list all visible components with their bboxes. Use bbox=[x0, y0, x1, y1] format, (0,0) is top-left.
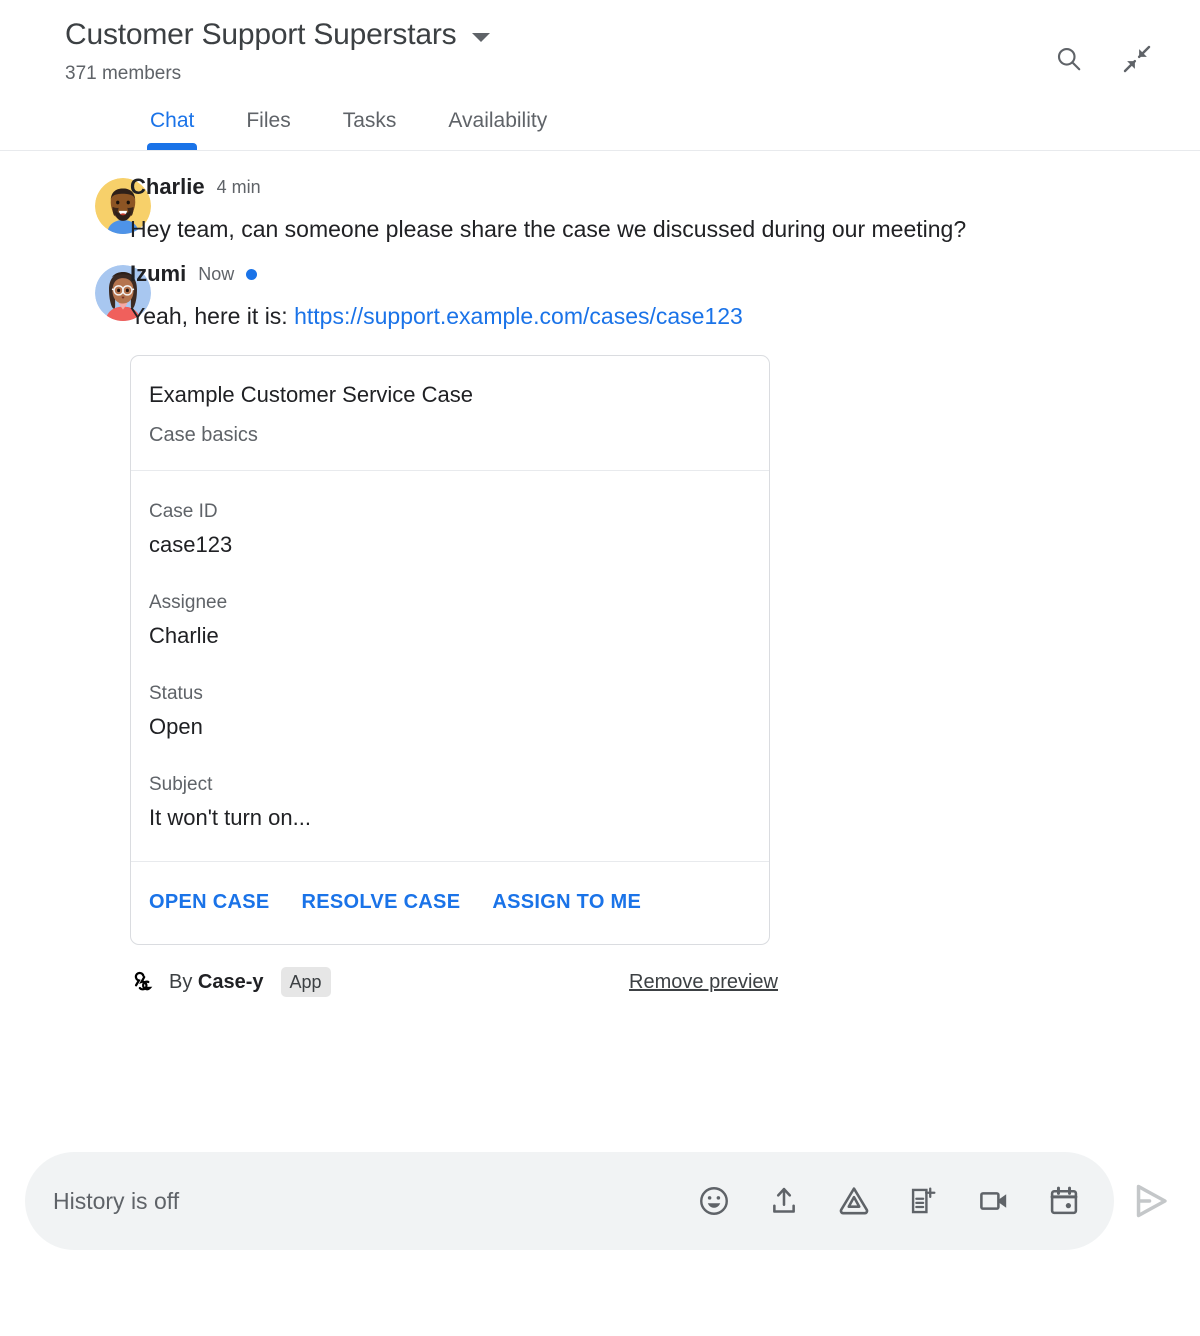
message-timestamp: 4 min bbox=[216, 177, 261, 197]
google-drive-icon bbox=[839, 1187, 869, 1215]
field-value: Charlie bbox=[149, 623, 219, 648]
app-name: Case-y bbox=[197, 971, 264, 993]
page-title: Customer Support Superstars bbox=[65, 18, 457, 51]
card-title: Example Customer Service Case bbox=[149, 382, 474, 407]
card-field-case-id: Case ID case123 bbox=[149, 499, 751, 560]
avatar-column bbox=[24, 173, 151, 250]
avatar-column bbox=[24, 260, 151, 997]
field-value: It won't turn on... bbox=[149, 805, 311, 830]
google-drive-button[interactable] bbox=[834, 1181, 874, 1221]
tab-chat[interactable]: Chat bbox=[124, 108, 220, 150]
send-button[interactable] bbox=[1120, 1170, 1182, 1232]
app-badge: App bbox=[280, 967, 331, 997]
compose-icon-row bbox=[694, 1181, 1090, 1221]
card-attribution: By Case-y App Remove preview bbox=[130, 967, 778, 997]
compose-bar[interactable] bbox=[25, 1152, 1114, 1250]
case-link[interactable]: https://support.example.com/cases/case12… bbox=[294, 303, 743, 329]
unread-indicator-dot bbox=[246, 268, 258, 280]
card-header: Example Customer Service Case Case basic… bbox=[131, 356, 769, 470]
message-text: Hey team, can someone please share the c… bbox=[130, 216, 967, 242]
chat-app-window: Customer Support Superstars 371 members bbox=[0, 0, 1200, 1336]
search-icon bbox=[1057, 47, 1081, 71]
create-document-button[interactable] bbox=[904, 1181, 944, 1221]
message-text-prefix: Yeah, here it is: bbox=[130, 303, 295, 329]
video-meeting-icon bbox=[980, 1192, 1007, 1210]
upload-button[interactable] bbox=[764, 1181, 804, 1221]
message-text: Yeah, here it is: https://support.exampl… bbox=[130, 295, 1096, 337]
message-list: Charlie 4 min Hey team, can someone plea… bbox=[0, 151, 1200, 997]
calendar-button[interactable] bbox=[1044, 1181, 1084, 1221]
message-meta: Charlie 4 min bbox=[130, 173, 1096, 201]
search-button[interactable] bbox=[1052, 42, 1086, 76]
message-meta: Izumi Now bbox=[130, 260, 1096, 288]
room-title-block: Customer Support Superstars 371 members bbox=[24, 16, 491, 86]
collapse-arrows-icon bbox=[1123, 45, 1151, 73]
message-item: Izumi Now Yeah, here it is: https://supp… bbox=[24, 260, 1176, 997]
assign-to-me-button[interactable]: ASSIGN TO ME bbox=[492, 890, 641, 914]
collapse-button[interactable] bbox=[1120, 42, 1154, 76]
card-field-subject: Subject It won't turn on... bbox=[149, 772, 751, 833]
header-top-row: Customer Support Superstars 371 members bbox=[24, 16, 1176, 86]
field-label: Case ID bbox=[149, 501, 218, 522]
chat-header: Customer Support Superstars 371 members bbox=[0, 0, 1200, 150]
message-input[interactable] bbox=[53, 1187, 694, 1215]
chevron-down-icon[interactable] bbox=[472, 32, 491, 42]
field-value: Open bbox=[149, 714, 203, 739]
tab-files[interactable]: Files bbox=[220, 108, 316, 150]
tab-tasks[interactable]: Tasks bbox=[317, 108, 423, 150]
field-label: Subject bbox=[149, 774, 213, 795]
message-item: Charlie 4 min Hey team, can someone plea… bbox=[24, 173, 1176, 250]
field-label: Status bbox=[149, 683, 203, 704]
card-field-assignee: Assignee Charlie bbox=[149, 590, 751, 651]
create-document-icon bbox=[911, 1187, 936, 1214]
compose-area bbox=[25, 1152, 1182, 1250]
send-icon bbox=[1136, 1184, 1167, 1218]
room-title-row[interactable]: Customer Support Superstars bbox=[65, 16, 491, 54]
by-label: By bbox=[169, 971, 198, 993]
calendar-icon bbox=[1050, 1186, 1078, 1215]
header-actions bbox=[1052, 16, 1176, 76]
webhook-icon bbox=[134, 971, 153, 991]
tab-bar: Chat Files Tasks Availability bbox=[24, 108, 1176, 150]
message-body: Charlie 4 min Hey team, can someone plea… bbox=[130, 173, 1176, 250]
upload-icon bbox=[773, 1187, 795, 1213]
remove-preview-link[interactable]: Remove preview bbox=[629, 969, 778, 995]
emoji-icon bbox=[700, 1187, 728, 1215]
sender-name: Charlie bbox=[130, 174, 205, 199]
open-case-button[interactable]: OPEN CASE bbox=[149, 890, 270, 914]
card-field-status: Status Open bbox=[149, 681, 751, 742]
emoji-button[interactable] bbox=[694, 1181, 734, 1221]
sender-name: Izumi bbox=[130, 261, 187, 286]
card-actions: OPEN CASE RESOLVE CASE ASSIGN TO ME bbox=[131, 862, 769, 944]
attribution-left: By Case-y App bbox=[130, 967, 331, 997]
card-body: Case ID case123 Assignee Charlie Status … bbox=[131, 471, 769, 861]
field-label: Assignee bbox=[149, 592, 228, 613]
message-body: Izumi Now Yeah, here it is: https://supp… bbox=[130, 260, 1176, 997]
tab-availability[interactable]: Availability bbox=[422, 108, 573, 150]
message-timestamp: Now bbox=[198, 264, 235, 284]
case-preview-card: Example Customer Service Case Case basic… bbox=[130, 355, 770, 945]
member-count: 371 members bbox=[65, 63, 182, 84]
card-subtitle: Case basics bbox=[149, 424, 258, 446]
video-meeting-button[interactable] bbox=[974, 1181, 1014, 1221]
field-value: case123 bbox=[149, 532, 233, 557]
attribution-text: By Case-y bbox=[169, 969, 264, 995]
resolve-case-button[interactable]: RESOLVE CASE bbox=[302, 890, 461, 914]
